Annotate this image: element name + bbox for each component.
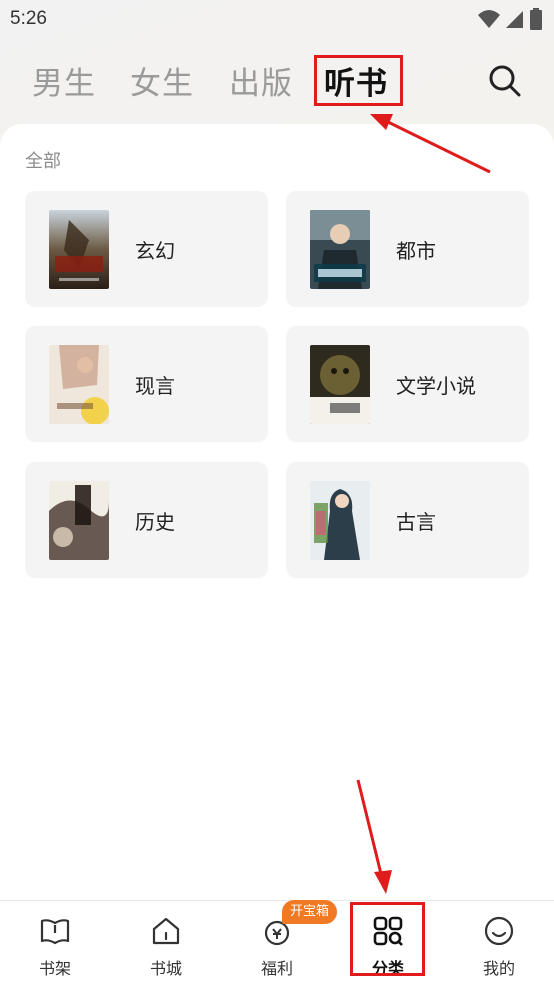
nav-label: 我的 [482, 959, 515, 978]
nav-bookshelf[interactable]: 书架 [0, 901, 110, 984]
annotation-arrows [356, 114, 491, 894]
nav-bookstore[interactable]: 书城 [111, 901, 221, 984]
treasure-badge[interactable]: 开宝箱 [282, 900, 338, 924]
smile-icon [484, 916, 514, 946]
bottom-nav: 书架 书城 福利 分类 我的 [0, 900, 554, 984]
book-open-icon [40, 919, 70, 945]
nav-label: 书城 [149, 959, 182, 978]
nav-label: 书架 [38, 959, 71, 978]
home-icon [152, 917, 180, 945]
nav-highlight-box [350, 902, 425, 976]
nav-label: 福利 [260, 959, 293, 978]
nav-profile[interactable]: 我的 [444, 901, 554, 984]
